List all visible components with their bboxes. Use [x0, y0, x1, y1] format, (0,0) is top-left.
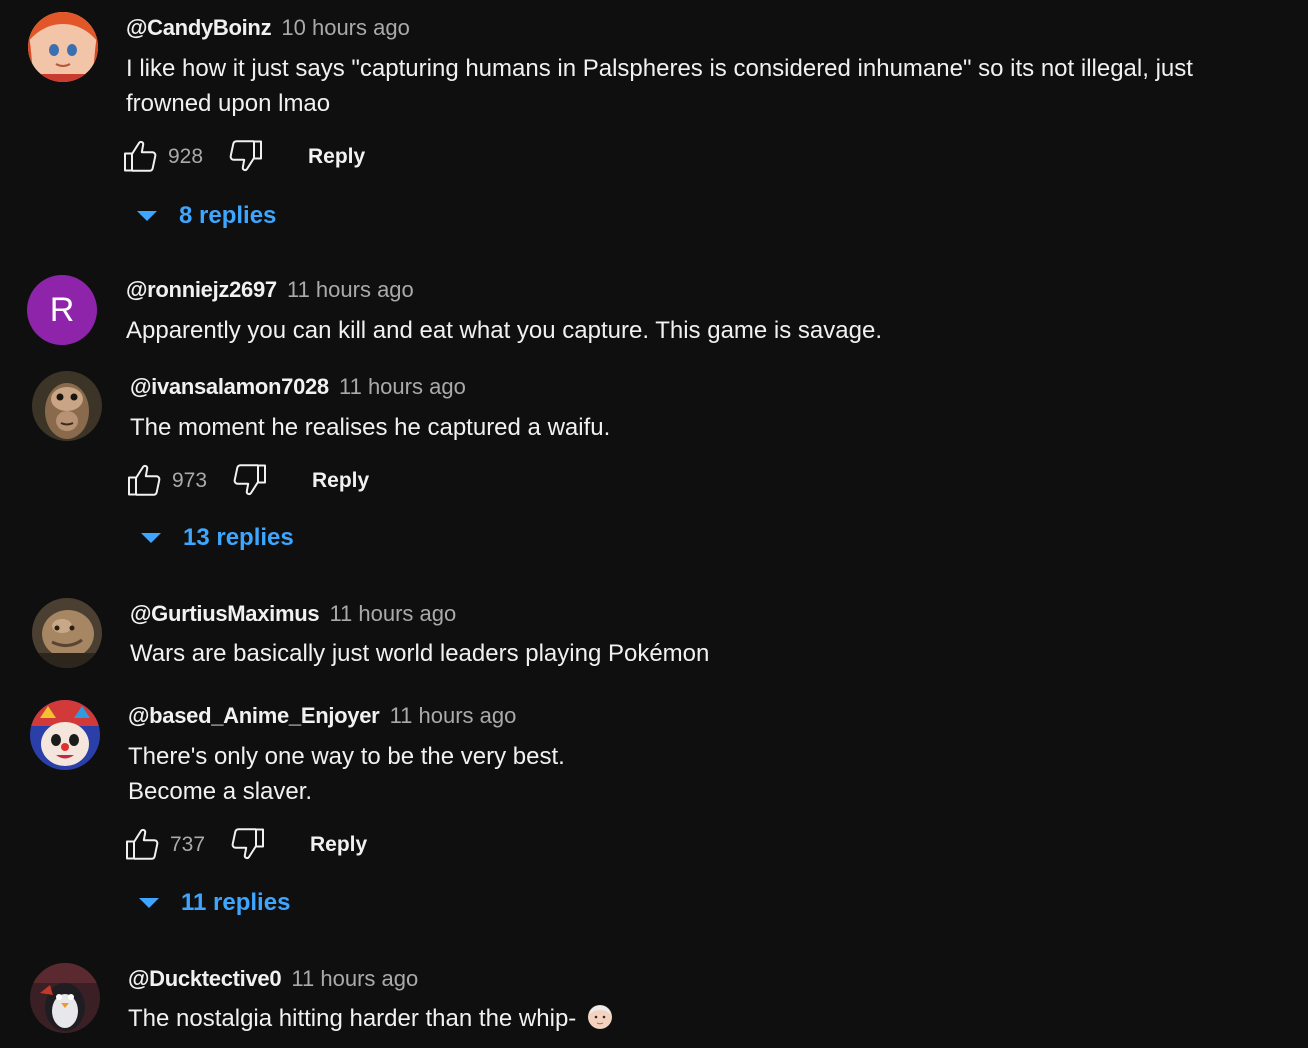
comment-timestamp[interactable]: 11 hours ago	[291, 966, 418, 991]
comment-header: @Ducktective0 11 hours ago	[128, 965, 418, 993]
comment-author[interactable]: @Ducktective0	[128, 966, 282, 991]
clown-avatar-icon[interactable]	[30, 700, 100, 770]
view-replies-button[interactable]: 8 replies	[137, 200, 297, 234]
replies-count-label: 13 replies	[183, 524, 294, 551]
thumbs-up-icon	[124, 826, 160, 862]
comment-actions: 928 Reply	[122, 138, 382, 178]
comment-actions: 973 Reply	[126, 462, 386, 502]
comment-timestamp[interactable]: 11 hours ago	[329, 601, 456, 626]
comment-text: The nostalgia hitting harder than the wh…	[128, 1001, 613, 1036]
thumbs-down-icon	[230, 826, 266, 862]
anime-avatar-icon[interactable]	[28, 12, 98, 82]
like-button[interactable]	[122, 138, 158, 174]
letter-avatar[interactable]: R	[27, 275, 97, 345]
thumbs-down-icon	[232, 462, 268, 498]
reply-button[interactable]: Reply	[308, 143, 365, 171]
like-button[interactable]	[126, 462, 162, 498]
photo-avatar-icon[interactable]	[32, 598, 102, 668]
replies-count-label: 8 replies	[179, 202, 277, 229]
view-replies-button[interactable]: 11 replies	[139, 887, 309, 921]
thumbs-up-icon	[122, 138, 158, 174]
comment-timestamp[interactable]: 11 hours ago	[339, 374, 466, 399]
caret-down-icon	[137, 211, 157, 221]
comment-text-line: frowned upon lmao	[126, 90, 331, 117]
comment-timestamp[interactable]: 11 hours ago	[390, 703, 517, 728]
like-count: 928	[168, 145, 204, 168]
reply-button[interactable]: Reply	[310, 831, 367, 859]
comment-header: @based_Anime_Enjoyer 11 hours ago	[128, 702, 516, 730]
replies-count-label: 11 replies	[181, 889, 291, 916]
older-man-emoji-icon	[587, 1005, 612, 1029]
comment-author[interactable]: @ronniejz2697	[126, 277, 277, 302]
comment-text-line: Wars are basically just world leaders pl…	[130, 640, 710, 667]
comment-author[interactable]: @based_Anime_Enjoyer	[128, 703, 380, 728]
avatar-letter: R	[49, 291, 75, 329]
monkey-face-avatar-icon[interactable]	[32, 371, 102, 441]
comment-text-content: The nostalgia hitting harder than the wh…	[128, 1005, 577, 1032]
comment-text: Apparently you can kill and eat what you…	[126, 313, 882, 348]
like-button[interactable]	[124, 826, 160, 862]
comment-text: There's only one way to be the very best…	[128, 739, 565, 809]
thumbs-down-icon	[228, 138, 264, 174]
comment-author[interactable]: @GurtiusMaximus	[130, 601, 320, 626]
comment-text-line: There's only one way to be the very best…	[128, 743, 565, 770]
dislike-button[interactable]	[228, 138, 264, 174]
comment-text-line: Apparently you can kill and eat what you…	[126, 317, 882, 344]
comment-timestamp[interactable]: 11 hours ago	[287, 277, 414, 302]
comment-text-line: Become a slaver.	[128, 778, 313, 805]
caret-down-icon	[139, 898, 159, 908]
like-count: 973	[172, 469, 208, 492]
comment-text-line: I like how it just says "capturing human…	[126, 55, 1193, 82]
penguin-avatar-icon[interactable]	[30, 963, 100, 1033]
dislike-button[interactable]	[232, 462, 268, 498]
comment-header: @ronniejz2697 11 hours ago	[126, 276, 414, 304]
comment-header: @GurtiusMaximus 11 hours ago	[130, 600, 456, 628]
comment-text: I like how it just says "capturing human…	[126, 51, 1193, 121]
comment-header: @ivansalamon7028 11 hours ago	[130, 373, 466, 401]
view-replies-button[interactable]: 13 replies	[141, 522, 311, 556]
reply-button[interactable]: Reply	[312, 467, 369, 495]
comment-text: Wars are basically just world leaders pl…	[130, 636, 709, 671]
caret-down-icon	[141, 533, 161, 543]
comment-header: @CandyBoinz 10 hours ago	[126, 14, 410, 42]
comment-text-line: The nostalgia hitting harder than the wh…	[128, 1001, 613, 1036]
comment-text-line: The moment he realises he captured a wai…	[130, 414, 611, 441]
like-count: 737	[170, 833, 206, 856]
comment-actions: 737 Reply	[124, 826, 384, 866]
comment-author[interactable]: @ivansalamon7028	[130, 374, 329, 399]
dislike-button[interactable]	[230, 826, 266, 862]
thumbs-up-icon	[126, 462, 162, 498]
comment-text: The moment he realises he captured a wai…	[130, 410, 610, 445]
comment-timestamp[interactable]: 10 hours ago	[281, 15, 409, 40]
comment-author[interactable]: @CandyBoinz	[126, 15, 272, 40]
